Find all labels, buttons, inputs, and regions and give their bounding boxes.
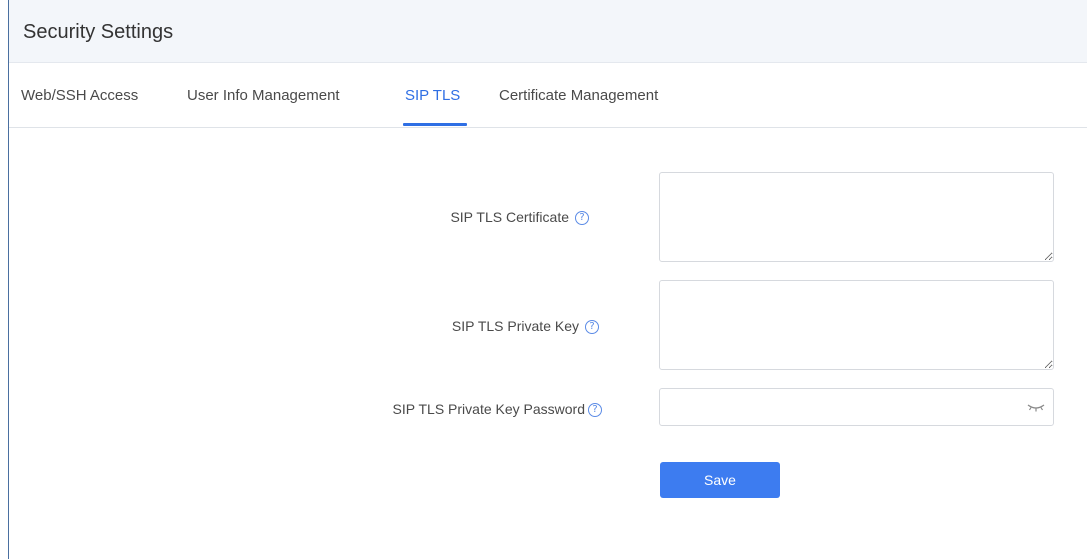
eye-closed-icon[interactable] (1027, 401, 1045, 413)
sip-tls-private-key-field[interactable] (659, 280, 1054, 370)
save-button[interactable]: Save (660, 462, 780, 498)
sip-tls-certificate-label: SIP TLS Certificate (450, 209, 569, 225)
tab-sip-tls[interactable]: SIP TLS (405, 87, 460, 104)
sip-tls-private-key-password-field (659, 388, 1054, 426)
active-tab-indicator (403, 123, 467, 126)
panel-header: Security Settings (9, 0, 1087, 63)
tab-web-ssh-access[interactable]: Web/SSH Access (21, 87, 138, 104)
sip-tls-private-key-password-label: SIP TLS Private Key Password (392, 401, 585, 417)
tab-certificate-management[interactable]: Certificate Management (499, 87, 658, 104)
page-title: Security Settings (23, 21, 174, 43)
question-circle-icon[interactable]: ? (575, 211, 589, 225)
question-circle-icon[interactable]: ? (588, 403, 602, 417)
security-settings-panel: Security Settings Web/SSH Access User In… (8, 0, 1087, 559)
password-input[interactable] (660, 389, 1020, 423)
sip-tls-private-key-label: SIP TLS Private Key (451, 318, 579, 334)
sip-tls-certificate-field[interactable] (659, 172, 1054, 262)
tab-bar: Web/SSH Access User Info Management SIP … (9, 63, 1087, 128)
question-circle-icon[interactable]: ? (585, 320, 599, 334)
tab-user-info-management[interactable]: User Info Management (187, 87, 340, 104)
